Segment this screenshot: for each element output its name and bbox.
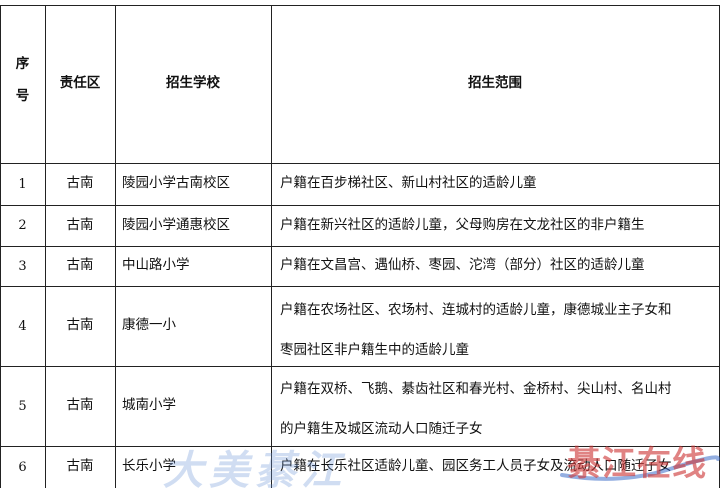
row-school: 城南小学 [122,397,176,414]
header-district: 责任区 [59,75,101,92]
row-range: 户籍在新兴社区的适龄儿童，父母购房在文龙社区的非户籍生 [280,216,645,233]
row-seq: 5 [18,398,27,414]
enrollment-table: 序 号 责任区 招生学校 招生范围 1 古南 陵园小学古南校区 户籍在百步梯社区… [0,0,720,488]
row-range-line: 户籍在双桥、飞鹅、綦齿社区和春光村、金桥村、尖山村、名山村 [280,381,672,397]
row-district: 古南 [66,216,94,233]
header-school: 招生学校 [166,75,220,92]
header-seq: 序 号 [0,56,45,104]
header-seq-line2: 号 [15,87,30,104]
row-range-line: 户籍在农场社区、农场村、连城村的适龄儿童，康德城业主子女和 [280,302,672,318]
row-seq: 3 [18,258,27,274]
row-seq: 4 [18,318,27,334]
header-seq-line1: 序 [15,56,30,72]
row-range-line: 的户籍生及城区流动人口随迁子女 [280,420,483,437]
row-range: 户籍在农场社区、农场村、连城村的适龄儿童，康德城业主子女和 枣园社区非户籍生中的… [280,302,716,358]
row-seq: 2 [18,218,27,233]
watermark-left: 大美綦江 [163,447,347,494]
row-district: 古南 [66,257,94,274]
row-range: 户籍在文昌宫、遇仙桥、枣园、沱湾（部分）社区的适龄儿童 [280,257,645,274]
watermark-right: 綦江在线 [567,444,707,484]
row-district: 古南 [66,175,94,192]
row-district: 古南 [66,317,94,334]
row-school: 康德一小 [122,317,176,334]
row-range-line: 枣园社区非户籍生中的适龄儿童 [280,341,469,358]
header-range: 招生范围 [468,75,522,92]
row-range: 户籍在双桥、飞鹅、綦齿社区和春光村、金桥村、尖山村、名山村 的户籍生及城区流动人… [280,381,716,437]
row-school: 陵园小学通惠校区 [122,216,230,233]
row-range: 户籍在百步梯社区、新山村社区的适龄儿童 [280,175,537,192]
row-seq: 1 [18,176,27,192]
row-school: 中山路小学 [122,257,190,274]
row-school: 陵园小学古南校区 [122,175,230,192]
row-seq: 6 [18,459,27,475]
row-district: 古南 [66,397,94,414]
row-district: 古南 [66,458,94,475]
